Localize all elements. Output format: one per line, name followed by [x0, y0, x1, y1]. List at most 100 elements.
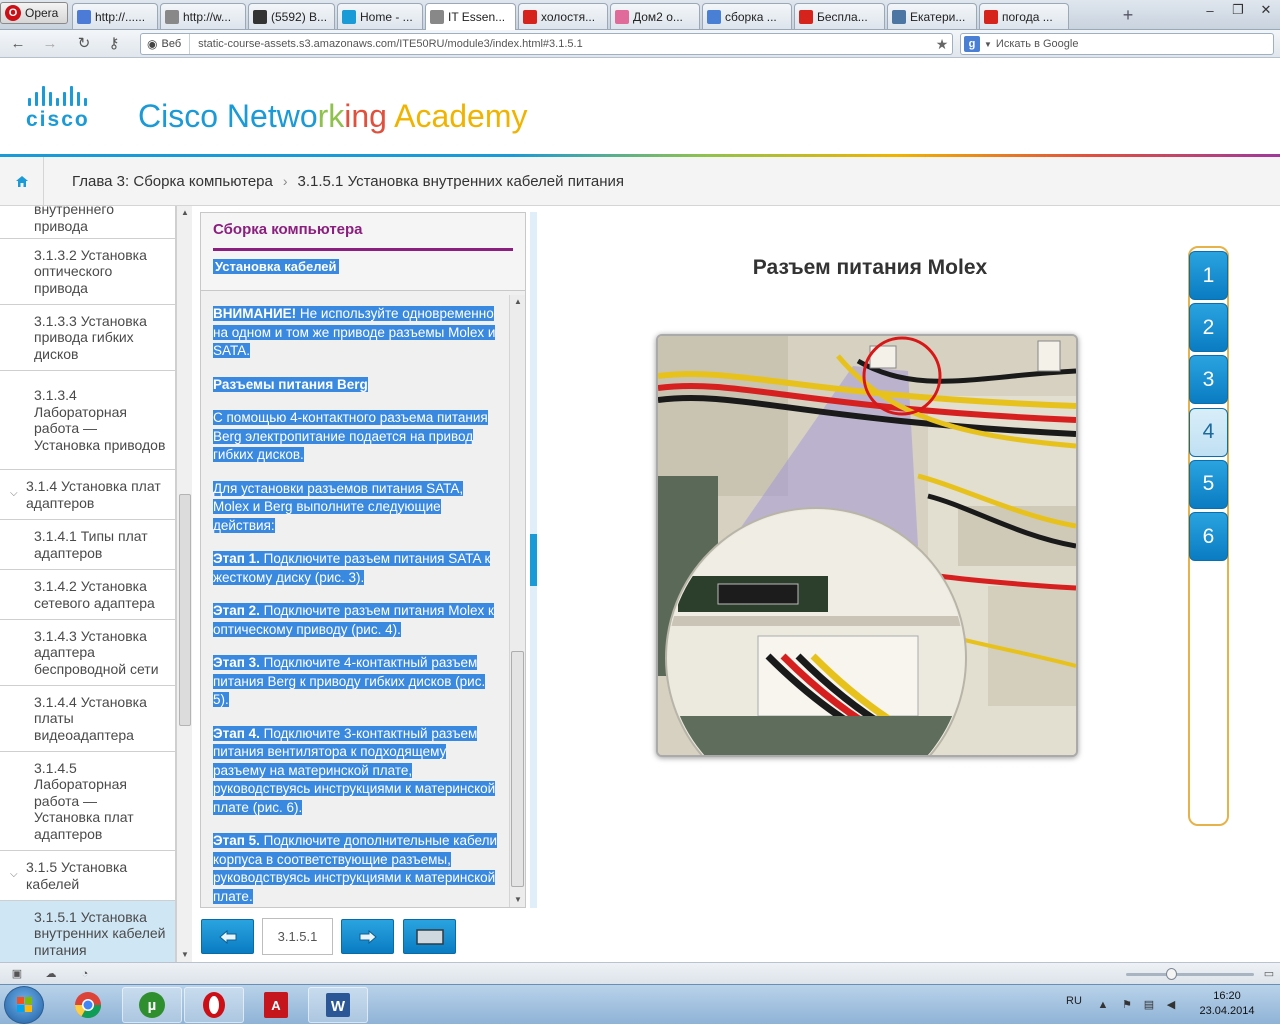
- academy-title: Cisco Networking Academy: [138, 98, 527, 135]
- browser-tab[interactable]: Беспла...: [794, 3, 885, 29]
- sidebar-item[interactable]: 3.1.3.4 Лабораторная работа — Установка …: [0, 371, 175, 470]
- google-search-engine-icon[interactable]: g: [964, 36, 980, 52]
- site-info-label: Веб: [161, 38, 182, 50]
- browser-tab[interactable]: Home - ...: [337, 3, 423, 29]
- address-field[interactable]: ◉ Веб static-course-assets.s3.amazonaws.…: [140, 33, 953, 55]
- browser-tab[interactable]: сборка ...: [702, 3, 792, 29]
- panel-bold-text: Этап 2.: [213, 603, 260, 618]
- forward-arrow-icon: →: [42, 35, 58, 52]
- minimize-button[interactable]: –: [1196, 0, 1224, 20]
- scroll-up-icon[interactable]: ▲: [510, 295, 526, 309]
- network-warning-icon[interactable]: ⚑: [1120, 998, 1134, 1012]
- panel-body-text[interactable]: ВНИМАНИЕ! Не используйте одновременно на…: [201, 295, 509, 907]
- network-icon[interactable]: ▤: [1142, 998, 1156, 1012]
- google-icon: [707, 9, 721, 24]
- url-text[interactable]: static-course-assets.s3.amazonaws.com/IT…: [190, 38, 932, 50]
- panel-resize-grip[interactable]: [530, 534, 537, 586]
- maximize-button[interactable]: ❐: [1224, 0, 1252, 20]
- browser-tab[interactable]: Дом2 о...: [610, 3, 700, 29]
- prev-page-button[interactable]: [201, 919, 254, 954]
- sidebar-scrollbar[interactable]: ▲ ▼: [176, 206, 192, 962]
- search-field[interactable]: g ▼ Искать в Google: [960, 33, 1274, 55]
- figure-step-tab[interactable]: 5: [1189, 459, 1228, 509]
- new-tab-button[interactable]: +: [1117, 5, 1139, 25]
- browser-tab[interactable]: (5592) B...: [248, 3, 335, 29]
- reload-button[interactable]: ↻: [74, 34, 94, 54]
- figure-step-tab[interactable]: 6: [1189, 512, 1228, 561]
- browser-tab[interactable]: погода ...: [979, 3, 1069, 29]
- panel-paragraph: С помощью 4-контактного разъема питания …: [213, 409, 499, 465]
- scroll-down-icon[interactable]: ▼: [177, 948, 193, 962]
- breadcrumb-chapter[interactable]: Глава 3: Сборка компьютера: [72, 173, 273, 190]
- panel-paragraph: Этап 4. Подключите 3-контактный разъем п…: [213, 725, 499, 818]
- tray-clock[interactable]: 16:20 23.04.2014: [1194, 989, 1260, 1019]
- figure-step-tab[interactable]: 4: [1189, 407, 1228, 457]
- chrome-taskbar-button[interactable]: [58, 987, 118, 1023]
- close-window-button[interactable]: ✕: [1252, 0, 1280, 20]
- sidebar-item[interactable]: 3.1.4.2 Установка сетевого адаптера: [0, 570, 175, 620]
- volume-icon[interactable]: ◀: [1164, 998, 1178, 1012]
- sidebar-item-label: 3.1.5 Установка кабелей: [26, 859, 128, 892]
- sidebar-scroll-thumb[interactable]: [179, 494, 191, 726]
- chevron-down-icon[interactable]: ⌵: [10, 486, 26, 503]
- sidebar-item[interactable]: 3.1.4.5 Лабораторная работа — Установка …: [0, 752, 175, 851]
- browser-tab[interactable]: http://......: [72, 3, 158, 29]
- turbo-icon[interactable]: ☁: [44, 967, 58, 981]
- zoom-fit-icon[interactable]: ▭: [1262, 967, 1276, 981]
- panel-header: Сборка компьютера Установка кабелей: [201, 213, 525, 291]
- sidebar-item[interactable]: 3.1.4.1 Типы плат адаптеров: [0, 520, 175, 570]
- back-button[interactable]: ←: [8, 34, 28, 54]
- next-page-button[interactable]: [341, 919, 394, 954]
- opera-taskbar-button[interactable]: [184, 987, 244, 1023]
- browser-tab[interactable]: IT Essen...: [425, 3, 516, 30]
- scroll-up-icon[interactable]: ▲: [177, 206, 193, 220]
- start-button[interactable]: [4, 986, 44, 1024]
- chevron-down-icon[interactable]: ▼: [984, 40, 992, 49]
- panel-resize-handle[interactable]: [530, 212, 537, 908]
- panel-paragraph: Для установки разъемов питания SATA, Mol…: [213, 480, 499, 536]
- browser-tab-title: (5592) B...: [271, 9, 328, 24]
- browser-tab[interactable]: Екатери...: [887, 3, 977, 29]
- scroll-down-icon[interactable]: ▼: [510, 893, 526, 907]
- figure-step-tab[interactable]: 2: [1189, 303, 1228, 353]
- sidebar-item[interactable]: 3.1.3.3 Установка привода гибких дисков: [0, 305, 175, 371]
- sidebar-item[interactable]: 3.1.5.1 Установка внутренних кабелей пит…: [0, 901, 175, 962]
- browser-tab[interactable]: http://w...: [160, 3, 246, 29]
- word-icon: W: [326, 993, 350, 1017]
- figure-step-tab[interactable]: 3: [1189, 355, 1228, 405]
- opera-icon: [203, 992, 225, 1018]
- panel-toggle-icon[interactable]: ▣: [10, 967, 24, 981]
- academy-title-part: ing: [344, 98, 395, 134]
- fullscreen-button[interactable]: [403, 919, 456, 954]
- zoom-slider[interactable]: [1126, 973, 1254, 976]
- word-taskbar-button[interactable]: W: [308, 987, 368, 1023]
- forward-button[interactable]: →: [40, 34, 60, 54]
- zoom-slider-knob[interactable]: [1166, 968, 1177, 980]
- sidebar-item[interactable]: 3.1.4.3 Установка адаптера беспроводной …: [0, 620, 175, 686]
- browser-tab[interactable]: холостя...: [518, 3, 608, 29]
- sidebar-group[interactable]: ⌵ 3.1.5 Установка кабелей: [0, 851, 175, 901]
- key-icon: ⚷: [108, 35, 120, 52]
- sidebar-group[interactable]: ⌵ 3.1.4 Установка плат адаптеров: [0, 470, 175, 520]
- home-button[interactable]: [0, 156, 44, 206]
- sidebar-item[interactable]: 3.1.3.2 Установка оптического привода: [0, 239, 175, 305]
- acrobat-taskbar-button[interactable]: A: [246, 987, 306, 1023]
- speed-dial-icon[interactable]: ◔: [78, 967, 92, 981]
- figure-step-tab[interactable]: 1: [1189, 251, 1228, 300]
- panel-paragraph: Этап 1. Подключите разъем питания SATA к…: [213, 550, 499, 587]
- tray-expand-icon[interactable]: ▲: [1096, 998, 1110, 1012]
- opera-logo-icon: O: [5, 5, 21, 21]
- panel-scroll-thumb[interactable]: [511, 651, 524, 887]
- sidebar-item[interactable]: 3.1.4.4 Установка платы видеоадаптера: [0, 686, 175, 752]
- cisco-logo[interactable]: cisco: [26, 84, 118, 134]
- sidebar-item-label: 3.1.4.5 Лабораторная работа — Установка …: [34, 759, 134, 842]
- opera-menu-button[interactable]: O Opera: [0, 2, 68, 24]
- bookmark-star-icon[interactable]: ★: [932, 36, 952, 53]
- panel-scrollbar[interactable]: ▲ ▼: [509, 295, 525, 907]
- sidebar-item[interactable]: внутреннего привода: [0, 206, 175, 239]
- chevron-down-icon[interactable]: ⌵: [10, 867, 26, 884]
- site-info-badge[interactable]: ◉ Веб: [141, 34, 191, 54]
- language-indicator[interactable]: RU: [1066, 995, 1082, 1007]
- utorrent-taskbar-button[interactable]: µ: [122, 987, 182, 1023]
- key-button[interactable]: ⚷: [104, 34, 124, 54]
